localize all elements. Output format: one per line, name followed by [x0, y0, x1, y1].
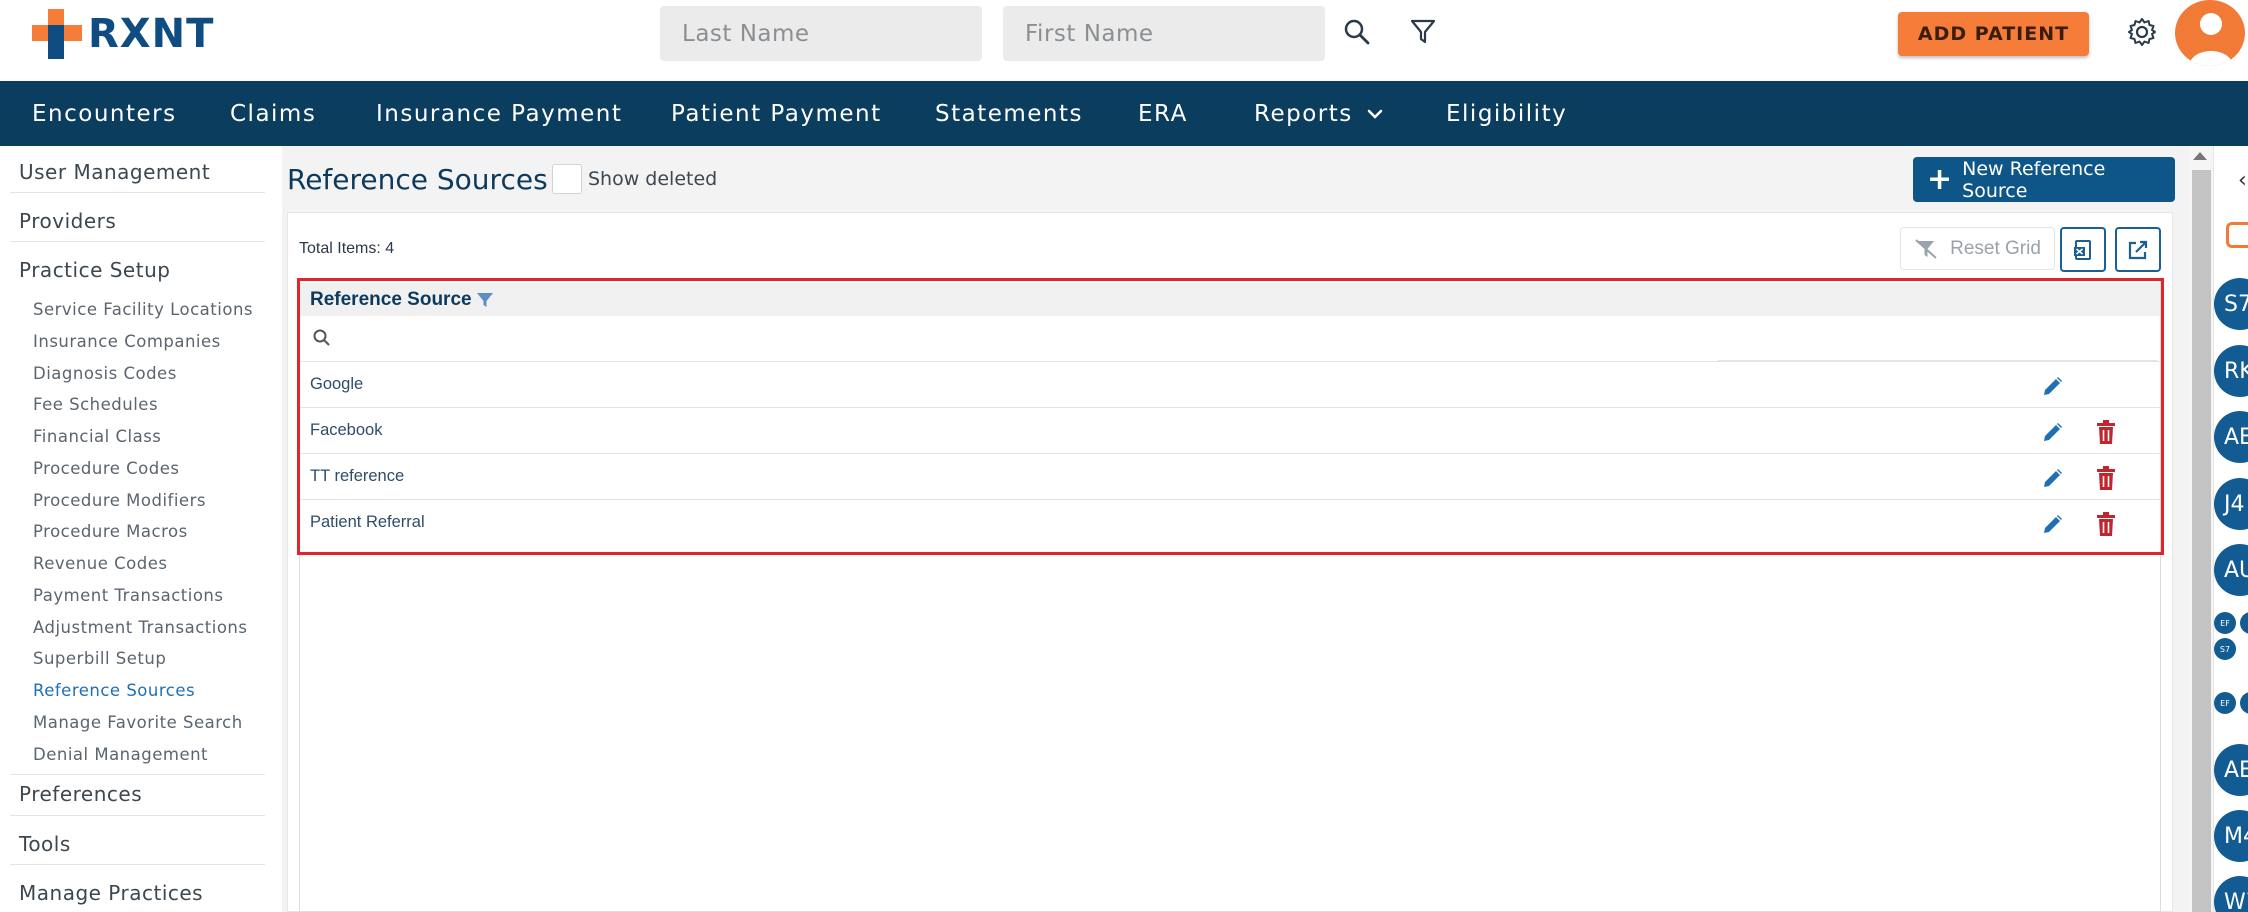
- sidebar-item-procedure-codes[interactable]: Procedure Codes: [33, 459, 180, 478]
- filter-divider: [1718, 360, 2158, 361]
- sidebar-item-revenue-codes[interactable]: Revenue Codes: [33, 554, 167, 573]
- edit-pencil-icon[interactable]: [2040, 419, 2066, 445]
- table-row[interactable]: Facebook: [300, 408, 2160, 454]
- nav-reports[interactable]: Reports: [1254, 81, 1383, 146]
- show-deleted-checkbox[interactable]: [552, 164, 582, 194]
- reference-source-cell: Patient Referral: [310, 513, 425, 531]
- nav-claims[interactable]: Claims: [230, 81, 316, 146]
- sidebar-item-reference-sources[interactable]: Reference Sources: [33, 681, 195, 700]
- reference-source-cell: TT reference: [310, 467, 405, 485]
- sidebar-item-fee-schedules[interactable]: Fee Schedules: [33, 395, 158, 414]
- edit-pencil-icon[interactable]: [2040, 465, 2066, 491]
- last-name-placeholder: Last Name: [682, 20, 810, 47]
- sidebar-item-payment-transactions[interactable]: Payment Transactions: [33, 586, 223, 605]
- grid-filter-row[interactable]: [300, 316, 2160, 362]
- last-name-input[interactable]: Last Name: [660, 6, 982, 61]
- first-name-input[interactable]: First Name: [1003, 6, 1325, 61]
- column-filter-icon[interactable]: [476, 291, 494, 309]
- sidebar-item-diagnosis-codes[interactable]: Diagnosis Codes: [33, 364, 177, 383]
- total-items-count: Total Items: 4: [299, 240, 395, 257]
- sidebar-item-procedure-macros[interactable]: Procedure Macros: [33, 522, 188, 541]
- sidebar-divider: [10, 192, 265, 193]
- show-deleted-label[interactable]: Show deleted: [588, 168, 717, 190]
- chevron-left-icon[interactable]: ‹: [2238, 168, 2247, 193]
- nav-statements[interactable]: Statements: [935, 81, 1083, 146]
- plus-icon: +: [1927, 161, 1953, 197]
- nav-patient-payment[interactable]: Patient Payment: [671, 81, 882, 146]
- edit-pencil-icon[interactable]: [2040, 511, 2066, 537]
- nav-reports-label: Reports: [1254, 100, 1353, 127]
- page-title: Reference Sources: [287, 163, 548, 196]
- excel-icon: [2074, 239, 2091, 260]
- gear-icon[interactable]: [2124, 14, 2160, 50]
- logo-text: RXNT: [88, 11, 215, 57]
- mini-avatar[interactable]: EF: [2214, 612, 2236, 634]
- user-avatar[interactable]: [2175, 0, 2245, 66]
- export-excel-button[interactable]: [2060, 227, 2106, 272]
- sidebar-item-adjustment-transactions[interactable]: Adjustment Transactions: [33, 618, 247, 637]
- new-reference-source-button[interactable]: + New Reference Source: [1913, 157, 2175, 202]
- scroll-up-arrow-icon[interactable]: [2193, 152, 2207, 160]
- column-header-label: Reference Source: [310, 288, 472, 310]
- sidebar-item-insurance-companies[interactable]: Insurance Companies: [33, 332, 221, 351]
- nav-insurance-payment[interactable]: Insurance Payment: [376, 81, 622, 146]
- sidebar-tools[interactable]: Tools: [19, 832, 71, 856]
- mini-avatar[interactable]: S7: [2214, 638, 2236, 660]
- table-row[interactable]: Patient Referral: [300, 500, 2160, 546]
- chat-bubble-icon[interactable]: [2226, 222, 2248, 248]
- sidebar-item-superbill-setup[interactable]: Superbill Setup: [33, 649, 166, 668]
- rxnt-logo[interactable]: RXNT: [30, 8, 214, 60]
- column-header-reference-source[interactable]: Reference Source: [300, 283, 2160, 316]
- sidebar-item-procedure-modifiers[interactable]: Procedure Modifiers: [33, 491, 206, 510]
- rxnt-cross-icon: [32, 9, 82, 59]
- trash-icon[interactable]: [2094, 511, 2118, 537]
- new-reference-source-label: New Reference Source: [1962, 157, 2106, 202]
- settings-sidebar: User Management Providers Practice Setup…: [0, 146, 282, 912]
- chevron-down-icon: [1367, 108, 1383, 120]
- export-button[interactable]: [2115, 227, 2161, 272]
- nav-era[interactable]: ERA: [1138, 81, 1188, 146]
- main-nav: Encounters Claims Insurance Payment Pati…: [0, 81, 2248, 146]
- trash-icon[interactable]: [2094, 465, 2118, 491]
- search-icon[interactable]: [1339, 14, 1375, 50]
- sidebar-item-manage-favorite-search[interactable]: Manage Favorite Search: [33, 713, 243, 732]
- add-patient-button[interactable]: ADD PATIENT: [1898, 12, 2089, 56]
- sidebar-user-management[interactable]: User Management: [19, 160, 210, 184]
- sidebar-divider: [10, 774, 265, 775]
- sidebar-practice-setup[interactable]: Practice Setup: [19, 258, 170, 282]
- reset-grid-label: Reset Grid: [1950, 237, 2041, 259]
- sidebar-divider: [10, 241, 265, 242]
- sidebar-item-service-facility-locations[interactable]: Service Facility Locations: [33, 300, 253, 319]
- sidebar-divider: [10, 864, 265, 865]
- clear-filter-icon: [1915, 238, 1937, 259]
- reference-source-cell: Facebook: [310, 421, 383, 439]
- export-icon: [2128, 240, 2148, 259]
- sidebar-preferences[interactable]: Preferences: [19, 782, 142, 806]
- table-row[interactable]: TT reference: [300, 454, 2160, 500]
- table-row[interactable]: Google: [300, 362, 2160, 408]
- top-header: RXNT Last Name First Name ADD PATIENT: [0, 0, 2248, 81]
- mini-avatar[interactable]: EF: [2214, 692, 2236, 714]
- scroll-thumb[interactable]: [2192, 170, 2211, 912]
- user-silhouette-icon: [2189, 13, 2233, 66]
- nav-encounters[interactable]: Encounters: [32, 81, 177, 146]
- nav-eligibility[interactable]: Eligibility: [1446, 81, 1567, 146]
- reset-grid-button[interactable]: Reset Grid: [1900, 227, 2055, 270]
- filter-icon[interactable]: [1405, 14, 1441, 50]
- sidebar-item-denial-management[interactable]: Denial Management: [33, 745, 208, 764]
- sidebar-divider: [10, 815, 265, 816]
- sidebar-providers[interactable]: Providers: [19, 209, 116, 233]
- sidebar-manage-practices[interactable]: Manage Practices: [19, 881, 203, 905]
- filter-search-icon: [313, 329, 330, 346]
- sidebar-item-financial-class[interactable]: Financial Class: [33, 427, 161, 446]
- reference-source-cell: Google: [310, 375, 364, 393]
- edit-pencil-icon[interactable]: [2040, 373, 2066, 399]
- trash-icon[interactable]: [2094, 419, 2118, 445]
- first-name-placeholder: First Name: [1025, 20, 1154, 47]
